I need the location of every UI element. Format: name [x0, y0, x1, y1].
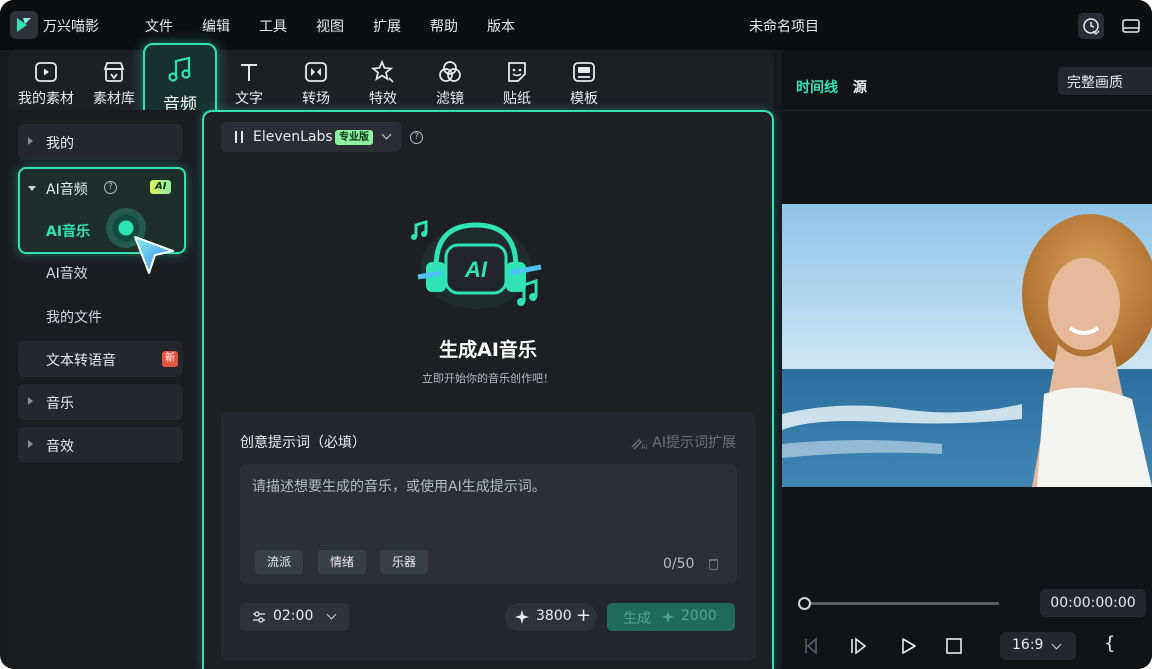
menu-version[interactable]: 版本 [487, 16, 515, 36]
elevenlabs-logo-icon [235, 131, 243, 143]
credits-value: 3800 [536, 608, 572, 624]
add-credits-icon[interactable]: + [576, 605, 591, 626]
quality-select[interactable]: 完整画质 [1058, 67, 1152, 95]
help-icon[interactable]: ? [104, 181, 117, 194]
prompt-title: 创意提示词（必填） [240, 435, 366, 451]
svg-text:AI: AI [464, 257, 488, 282]
tab-transition[interactable]: 转场 [284, 59, 348, 109]
play-icon[interactable] [898, 636, 918, 656]
chevron-down-icon [326, 609, 337, 620]
char-counter: 0/50 [663, 556, 695, 572]
layout-panel-icon[interactable] [1118, 13, 1144, 39]
aspect-ratio-select[interactable]: 16:9 [1000, 632, 1076, 660]
preview-panel: 时间线 源 完整画质 00:00:00:00 16:9 { [782, 50, 1152, 669]
duration-select[interactable]: 02:00 [240, 603, 349, 631]
tab-text[interactable]: 文字 [217, 59, 281, 109]
preview-tabs: 时间线 源 [796, 77, 867, 97]
app-name: 万兴喵影 [43, 19, 99, 35]
project-title: 未命名项目 [749, 19, 819, 35]
tab-template[interactable]: 模板 [552, 59, 616, 109]
sparkle-icon [515, 610, 529, 624]
tool-tabs: 我的素材 素材库 音频 文字 转场 特效 滤镜 贴纸 模板 [8, 43, 774, 121]
chevron-down-icon [1051, 639, 1062, 650]
previous-frame-icon[interactable] [800, 636, 820, 656]
video-frame [782, 204, 1152, 487]
model-selector[interactable]: ElevenLabs 专业版 [221, 122, 401, 152]
app-window: 万兴喵影 文件 编辑 工具 视图 扩展 帮助 版本 未命名项目 我的素材 素材库 [0, 0, 1152, 669]
collapse-arrow-icon [28, 186, 36, 191]
model-name: ElevenLabs [253, 129, 333, 145]
svg-text:AI: AI [641, 444, 648, 449]
menu-file[interactable]: 文件 [145, 16, 173, 36]
menu-extensions[interactable]: 扩展 [373, 16, 401, 36]
trash-icon[interactable] [709, 559, 718, 570]
tag-mood-button[interactable]: 情绪 [318, 550, 367, 574]
expand-arrow-icon [28, 397, 33, 405]
sidebar-item-my-files[interactable]: 我的文件 [46, 307, 102, 327]
ai-badge: AI [150, 180, 172, 194]
menu-view[interactable]: 视图 [316, 16, 344, 36]
stop-icon[interactable] [944, 636, 964, 656]
tag-instrument-button[interactable]: 乐器 [380, 550, 429, 574]
menu-edit[interactable]: 编辑 [202, 16, 230, 36]
music-note-icon [168, 56, 191, 82]
prompt-placeholder: 请描述想要生成的音乐，或使用AI生成提示词。 [252, 479, 546, 495]
hero-title: 生成AI音乐 [439, 339, 537, 361]
tab-store[interactable]: 素材库 [82, 59, 146, 109]
effects-icon [370, 59, 394, 83]
expand-arrow-icon [28, 137, 33, 145]
category-tts[interactable]: 文本转语音 新 [18, 341, 183, 377]
magic-pen-icon: AI [631, 439, 648, 451]
chevron-down-icon [381, 129, 392, 140]
next-frame-icon[interactable] [848, 636, 868, 656]
text-icon [241, 64, 257, 81]
pro-badge: 专业版 [335, 130, 373, 145]
sliders-icon [253, 611, 265, 623]
tab-source[interactable]: 源 [853, 80, 867, 96]
menu-tools[interactable]: 工具 [259, 16, 287, 36]
timecode-display: 00:00:00:00 [1040, 589, 1146, 617]
category-mine[interactable]: 我的 [18, 124, 183, 160]
playback-scrubber[interactable] [806, 602, 999, 605]
sticker-icon [508, 62, 526, 82]
model-help-icon[interactable]: ? [410, 131, 423, 144]
tab-sticker[interactable]: 贴纸 [485, 59, 549, 109]
category-sfx[interactable]: 音效 [18, 427, 183, 463]
tab-my-media[interactable]: 我的素材 [14, 59, 78, 109]
category-sidebar: 我的 AI音频 ? AI AI音乐 AI音效 我的文件 文本转语音 新 音乐 音… [8, 110, 202, 669]
generate-button[interactable]: 生成 2000 [607, 603, 735, 631]
menu-help[interactable]: 帮助 [430, 16, 458, 36]
prompt-card: 创意提示词（必填） AI AI提示词扩展 请描述想要生成的音乐，或使用AI生成提… [221, 412, 756, 661]
credits-pill[interactable]: 3800 + [505, 603, 597, 631]
preview-divider [782, 110, 1152, 111]
tag-genre-button[interactable]: 流派 [255, 550, 304, 574]
ai-music-headphones-icon: AI [411, 219, 542, 309]
sparkle-icon [661, 610, 675, 624]
store-icon [103, 62, 125, 82]
generate-cost: 2000 [681, 608, 717, 624]
cursor-pointer-icon [134, 236, 174, 274]
ai-music-panel: ElevenLabs 专业版 ? AI 生成AI音乐 立即开始你的音乐创作吧！ … [202, 110, 774, 669]
ai-prompt-extend-button[interactable]: AI AI提示词扩展 [630, 432, 736, 452]
hero-subtitle: 立即开始你的音乐创作吧！ [422, 372, 554, 385]
transition-icon [305, 62, 327, 82]
expand-arrow-icon [28, 440, 33, 448]
new-badge: 新 [162, 351, 178, 367]
prompt-textarea[interactable]: 请描述想要生成的音乐，或使用AI生成提示词。 流派 情绪 乐器 0/50 [240, 464, 737, 584]
scrubber-handle[interactable] [798, 597, 811, 610]
category-music[interactable]: 音乐 [18, 384, 183, 420]
sidebar-item-ai-sfx[interactable]: AI音效 [46, 263, 88, 283]
template-icon [573, 62, 595, 82]
duration-value: 02:00 [273, 608, 314, 624]
tab-timeline[interactable]: 时间线 [796, 80, 838, 96]
menu-bar: 文件 编辑 工具 视图 扩展 帮助 版本 [145, 16, 544, 36]
mark-in-button[interactable]: { [1104, 633, 1115, 654]
media-icon [35, 62, 57, 82]
sidebar-item-ai-music[interactable]: AI音乐 [46, 221, 90, 241]
history-icon[interactable] [1078, 13, 1104, 39]
tab-effects[interactable]: 特效 [351, 59, 415, 109]
filter-icon [439, 61, 461, 82]
tab-filter[interactable]: 滤镜 [418, 59, 482, 109]
app-logo-icon [10, 11, 38, 39]
